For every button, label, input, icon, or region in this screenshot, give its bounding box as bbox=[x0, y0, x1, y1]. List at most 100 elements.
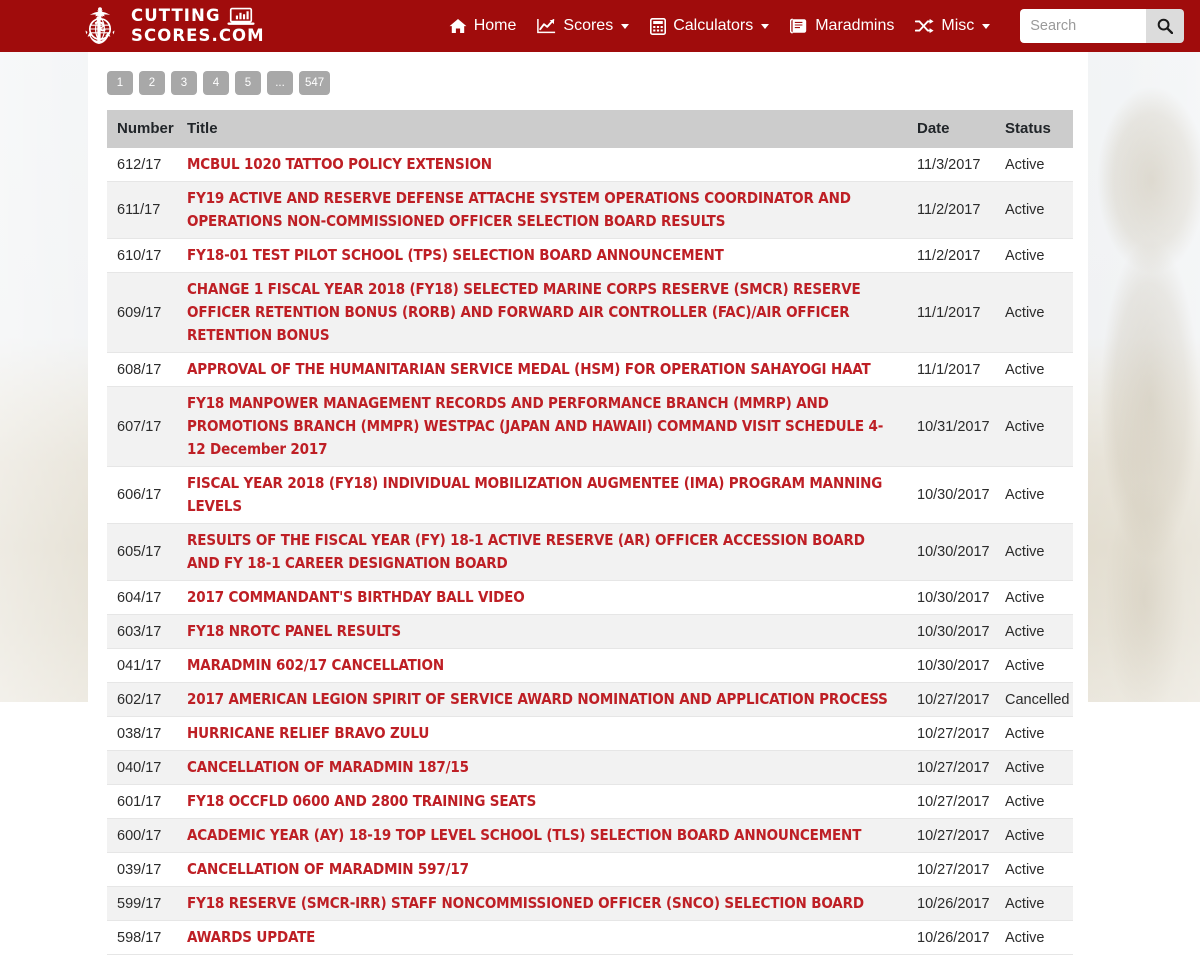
pagination-button-547[interactable]: 547 bbox=[299, 71, 330, 95]
maradmin-title-link[interactable]: FY18 OCCFLD 0600 AND 2800 TRAINING SEATS bbox=[187, 790, 899, 813]
maradmin-title-link[interactable]: CANCELLATION OF MARADMIN 597/17 bbox=[187, 858, 899, 881]
column-header-date[interactable]: Date bbox=[907, 110, 995, 148]
cell-date: 10/27/2017 bbox=[907, 853, 995, 887]
cell-title: RESULTS OF THE FISCAL YEAR (FY) 18-1 ACT… bbox=[177, 524, 907, 581]
cell-number: 609/17 bbox=[107, 273, 177, 353]
cell-number: 607/17 bbox=[107, 387, 177, 467]
table-header-row: Number Title Date Status bbox=[107, 110, 1073, 148]
table-row: 601/17FY18 OCCFLD 0600 AND 2800 TRAINING… bbox=[107, 785, 1073, 819]
pagination-button-1[interactable]: 1 bbox=[107, 71, 133, 95]
status-badge: Active bbox=[995, 921, 1073, 955]
pagination-button-3[interactable]: 3 bbox=[171, 71, 197, 95]
maradmin-title-link[interactable]: AWARDS UPDATE bbox=[187, 926, 899, 949]
cell-number: 039/17 bbox=[107, 853, 177, 887]
maradmin-title-link[interactable]: MCBUL 1020 TATTOO POLICY EXTENSION bbox=[187, 153, 899, 176]
pagination-button-ellipsis[interactable]: ... bbox=[267, 71, 293, 95]
nav-item-maradmins[interactable]: Maradmins bbox=[790, 16, 894, 36]
site-logo[interactable]: CUTTING SCORES.COM bbox=[78, 4, 265, 48]
cell-number: 611/17 bbox=[107, 182, 177, 239]
cell-title: CHANGE 1 FISCAL YEAR 2018 (FY18) SELECTE… bbox=[177, 273, 907, 353]
cell-title: FY18 NROTC PANEL RESULTS bbox=[177, 615, 907, 649]
column-header-status[interactable]: Status bbox=[995, 110, 1073, 148]
cell-title: ACADEMIC YEAR (AY) 18-19 TOP LEVEL SCHOO… bbox=[177, 819, 907, 853]
book-icon bbox=[790, 18, 808, 34]
status-badge: Active bbox=[995, 148, 1073, 182]
chart-line-icon bbox=[537, 18, 556, 34]
cell-number: 041/17 bbox=[107, 649, 177, 683]
table-row: 610/17 FY18-01 TEST PILOT SCHOOL (TPS) SE… bbox=[107, 239, 1073, 273]
nav-item-calculators[interactable]: Calculators bbox=[650, 16, 769, 36]
cell-title: FY18 MANPOWER MANAGEMENT RECORDS AND PER… bbox=[177, 387, 907, 467]
cell-date: 10/30/2017 bbox=[907, 524, 995, 581]
table-head: Number Title Date Status bbox=[107, 110, 1073, 148]
logo-text: CUTTING SCORES.COM bbox=[131, 6, 265, 46]
maradmin-title-link[interactable]: FY19 ACTIVE AND RESERVE DEFENSE ATTACHE … bbox=[187, 187, 899, 233]
content-container: 12345...547 Number Title Date Status 612… bbox=[88, 52, 1088, 702]
cell-title: FY18-01 TEST PILOT SCHOOL (TPS) SELECTIO… bbox=[177, 239, 907, 273]
cell-date: 10/27/2017 bbox=[907, 717, 995, 751]
table-row: 608/17 APPROVAL OF THE HUMANITARIAN SERVI… bbox=[107, 353, 1073, 387]
maradmin-title-link[interactable]: HURRICANE RELIEF BRAVO ZULU bbox=[187, 722, 899, 745]
site-header: CUTTING SCORES.COM Home bbox=[0, 0, 1200, 52]
maradmin-title-link[interactable]: 2017 COMMANDANT'S BIRTHDAY BALL VIDEO bbox=[187, 586, 899, 609]
maradmin-title-link[interactable]: CANCELLATION OF MARADMIN 187/15 bbox=[187, 756, 899, 779]
maradmin-title-link[interactable]: CHANGE 1 FISCAL YEAR 2018 (FY18) SELECTE… bbox=[187, 278, 899, 347]
table-row: 599/17FY18 RESERVE (SMCR-IRR) STAFF NONC… bbox=[107, 887, 1073, 921]
search-button[interactable] bbox=[1146, 9, 1184, 43]
status-badge: Active bbox=[995, 751, 1073, 785]
pagination-button-5[interactable]: 5 bbox=[235, 71, 261, 95]
maradmin-title-link[interactable]: FY18 NROTC PANEL RESULTS bbox=[187, 620, 899, 643]
maradmin-title-link[interactable]: FY18-01 TEST PILOT SCHOOL (TPS) SELECTIO… bbox=[187, 244, 899, 267]
status-badge: Cancelled bbox=[995, 683, 1073, 717]
column-header-number[interactable]: Number bbox=[107, 110, 177, 148]
maradmin-title-link[interactable]: FY18 MANPOWER MANAGEMENT RECORDS AND PER… bbox=[187, 392, 899, 461]
status-badge: Active bbox=[995, 467, 1073, 524]
pagination: 12345...547 bbox=[88, 52, 1088, 95]
home-icon bbox=[449, 18, 467, 34]
chevron-down-icon bbox=[621, 24, 629, 29]
table-row: 606/17FISCAL YEAR 2018 (FY18) INDIVIDUAL… bbox=[107, 467, 1073, 524]
maradmin-title-link[interactable]: FY18 RESERVE (SMCR-IRR) STAFF NONCOMMISS… bbox=[187, 892, 899, 915]
cell-title: APPROVAL OF THE HUMANITARIAN SERVICE MED… bbox=[177, 353, 907, 387]
maradmin-title-link[interactable]: 2017 AMERICAN LEGION SPIRIT OF SERVICE A… bbox=[187, 688, 899, 711]
cell-number: 604/17 bbox=[107, 581, 177, 615]
maradmin-title-link[interactable]: ACADEMIC YEAR (AY) 18-19 TOP LEVEL SCHOO… bbox=[187, 824, 899, 847]
pagination-button-2[interactable]: 2 bbox=[139, 71, 165, 95]
status-badge: Active bbox=[995, 717, 1073, 751]
pagination-button-4[interactable]: 4 bbox=[203, 71, 229, 95]
table-row: 607/17FY18 MANPOWER MANAGEMENT RECORDS A… bbox=[107, 387, 1073, 467]
status-badge: Active bbox=[995, 785, 1073, 819]
cell-number: 610/17 bbox=[107, 239, 177, 273]
table-row: 603/17FY18 NROTC PANEL RESULTS10/30/2017… bbox=[107, 615, 1073, 649]
table-row: 612/17 MCBUL 1020 TATTOO POLICY EXTENSION… bbox=[107, 148, 1073, 182]
nav-item-home[interactable]: Home bbox=[449, 16, 517, 36]
cell-date: 11/2/2017 bbox=[907, 239, 995, 273]
nav-label-home: Home bbox=[474, 16, 517, 36]
cell-title: MARADMIN 602/17 CANCELLATION bbox=[177, 649, 907, 683]
nav-label-scores: Scores bbox=[563, 16, 613, 36]
nav-item-scores[interactable]: Scores bbox=[537, 16, 629, 36]
cell-number: 040/17 bbox=[107, 751, 177, 785]
cell-date: 10/27/2017 bbox=[907, 785, 995, 819]
maradmin-title-link[interactable]: MARADMIN 602/17 CANCELLATION bbox=[187, 654, 899, 677]
status-badge: Active bbox=[995, 239, 1073, 273]
status-badge: Active bbox=[995, 273, 1073, 353]
cell-number: 038/17 bbox=[107, 717, 177, 751]
nav-item-misc[interactable]: Misc bbox=[915, 16, 990, 36]
cell-date: 10/30/2017 bbox=[907, 467, 995, 524]
logo-text-line1: CUTTING bbox=[131, 6, 221, 26]
maradmin-title-link[interactable]: FISCAL YEAR 2018 (FY18) INDIVIDUAL MOBIL… bbox=[187, 472, 899, 518]
maradmin-title-link[interactable]: RESULTS OF THE FISCAL YEAR (FY) 18-1 ACT… bbox=[187, 529, 899, 575]
cell-number: 602/17 bbox=[107, 683, 177, 717]
nav-label-calculators: Calculators bbox=[673, 16, 753, 36]
cell-number: 608/17 bbox=[107, 353, 177, 387]
cell-number: 612/17 bbox=[107, 148, 177, 182]
search-input[interactable] bbox=[1020, 9, 1146, 43]
cell-title: 2017 COMMANDANT'S BIRTHDAY BALL VIDEO bbox=[177, 581, 907, 615]
table-row: 602/17 2017 AMERICAN LEGION SPIRIT OF SER… bbox=[107, 683, 1073, 717]
cell-date: 10/27/2017 bbox=[907, 751, 995, 785]
cell-number: 598/17 bbox=[107, 921, 177, 955]
column-header-title[interactable]: Title bbox=[177, 110, 907, 148]
maradmins-table-wrapper: Number Title Date Status 612/17 MCBUL 102… bbox=[88, 95, 1088, 955]
maradmin-title-link[interactable]: APPROVAL OF THE HUMANITARIAN SERVICE MED… bbox=[187, 358, 899, 381]
